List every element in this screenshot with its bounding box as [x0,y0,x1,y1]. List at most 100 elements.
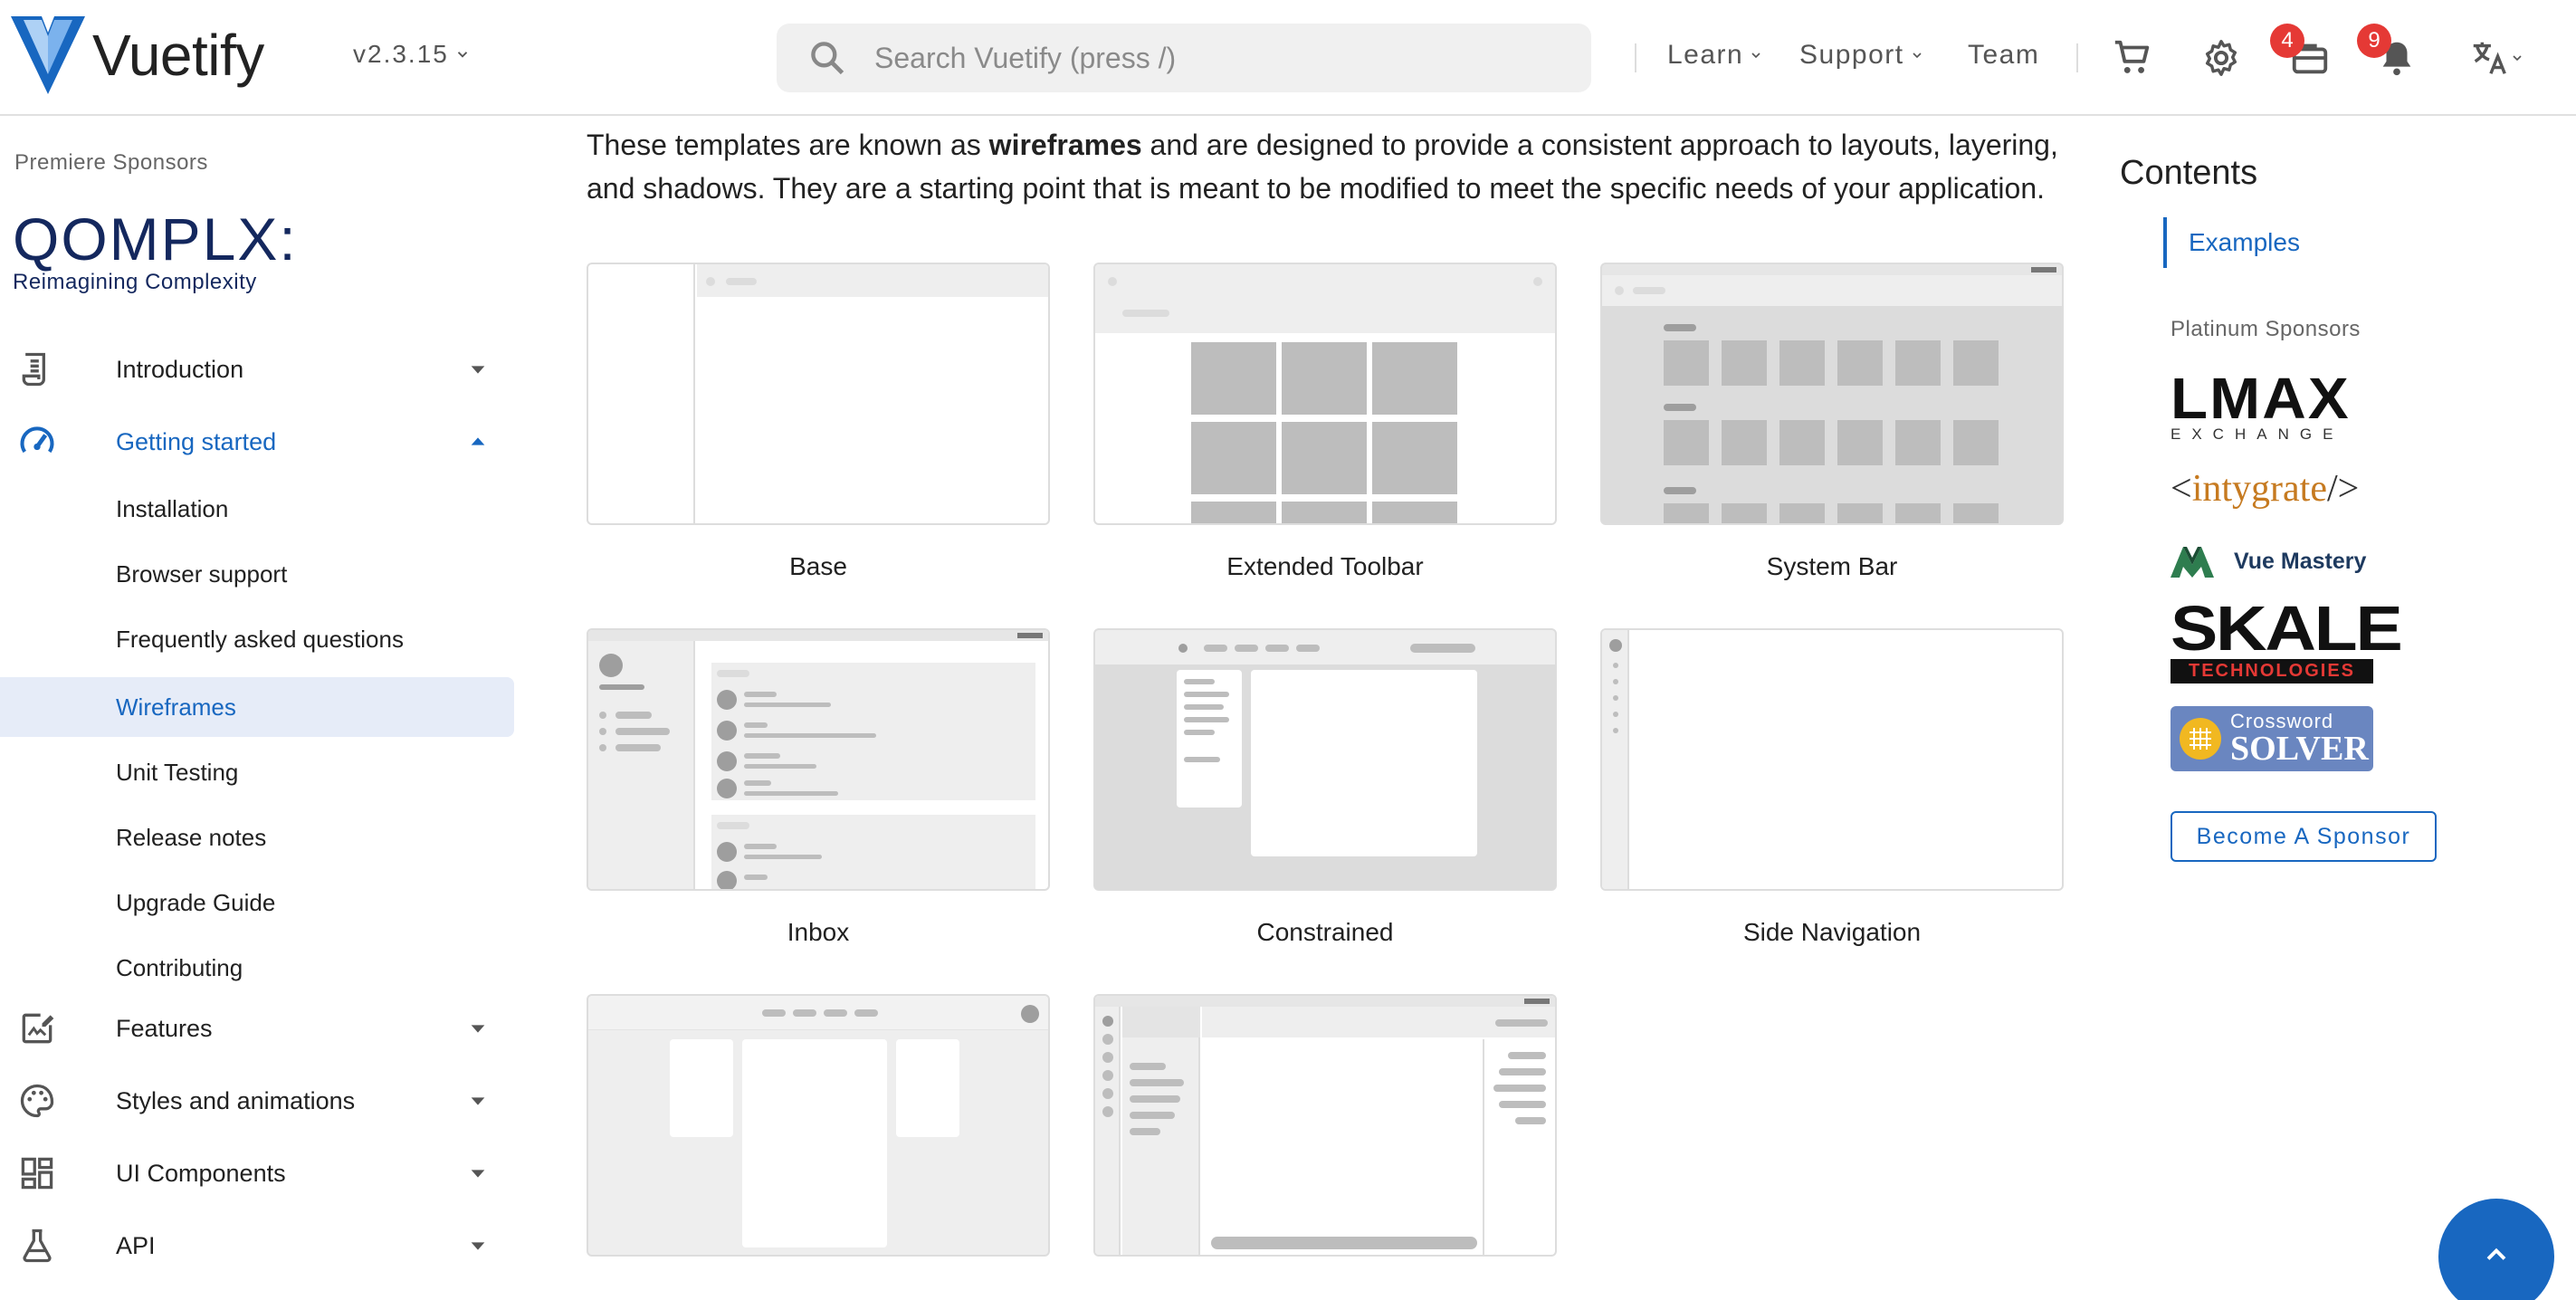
wf-tile [1722,420,1767,465]
angle-left-icon: < [2171,468,2192,510]
team-link[interactable]: Team [1968,40,2039,71]
sidebar-subitem-label: Wireframes [116,693,236,721]
lmax-sponsor-logo[interactable]: LMAX EXCHANGE [2171,369,2371,445]
premiere-sponsors-label: Premiere Sponsors [14,150,208,175]
wf-bar [824,1009,847,1017]
sidebar-item-label: UI Components [116,1159,286,1187]
settings-button[interactable] [2196,33,2247,83]
sidebar-subitem-faq[interactable]: Frequently asked questions [0,609,514,669]
brand-name: Vuetify [92,23,264,88]
support-menu[interactable]: Support [1799,40,1924,71]
wf-center-column [742,1039,887,1247]
wf-right-column [896,1039,959,1137]
learn-label: Learn [1667,40,1744,70]
wf-dot [1613,663,1618,668]
vuemastery-sponsor-logo[interactable]: Vue Mastery [2171,543,2366,579]
scroll-to-top-button[interactable] [2438,1199,2554,1300]
wf-system-bar [1602,264,2062,275]
learn-menu[interactable]: Learn [1667,40,1763,71]
wf-avatar [717,751,737,771]
caret-down-icon [467,358,489,380]
wireframe-card-constrained[interactable] [1093,628,1557,891]
wf-bar [1130,1112,1175,1119]
wf-dot [1613,695,1618,701]
wireframe-card-inbox[interactable] [587,628,1050,891]
wf-bar [1184,679,1215,684]
crossword-top-text: Crossword [2230,710,2334,732]
wireframe-card-side-navigation[interactable] [1600,628,2064,891]
caret-down-icon [467,1162,489,1184]
wf-status-icons [1017,633,1043,638]
wireframe-card-system-bar[interactable] [1600,263,2064,525]
wf-tile [1895,503,1941,523]
sidebar-subitem-wireframes[interactable]: Wireframes [0,677,514,737]
qomplx-sponsor-logo[interactable]: QOMPLX: Reimagining Complexity [13,205,298,295]
toolbar-divider [1635,43,1636,72]
wireframe-title: System Bar [1766,552,1898,580]
sidebar-subitem-browser-support[interactable]: Browser support [0,544,514,604]
wf-tile [1282,342,1367,415]
wireframe-card-discord[interactable] [1093,994,1557,1257]
wireframe-card-extended-toolbar[interactable] [1093,263,1557,525]
search-input[interactable] [874,41,1562,75]
wf-tile [1953,503,1999,523]
wf-tile [1191,342,1276,415]
wireframe-card-three-column[interactable] [587,994,1050,1257]
wf-bar [744,855,822,859]
wf-bar [744,733,876,738]
wf-avatar [717,721,737,741]
wf-bar [615,712,652,719]
wf-tile [1953,420,1999,465]
wf-tile [1953,340,1999,386]
jobs-count-badge: 4 [2270,24,2304,58]
sidebar-item-introduction[interactable]: Introduction [0,337,516,402]
app-bar: Vuetify v2.3.15 Learn Support Team 4 9 [0,0,2576,116]
slash-angle-icon: /> [2326,468,2360,510]
vuemastery-wordmark: Vue Mastery [2234,548,2367,574]
sidebar-subitem-label: Unit Testing [116,758,239,786]
wf-bar [1204,645,1227,652]
wf-avatar [717,842,737,862]
skale-sponsor-logo[interactable]: SKALE TECHNOLOGIES [2171,597,2403,683]
wf-drawer [588,641,695,889]
wf-tile [1191,422,1276,494]
intygrate-sponsor-logo[interactable]: < intygrate /> [2171,467,2359,511]
wf-dot [1102,1106,1113,1117]
sidebar-item-label: Styles and animations [116,1086,356,1114]
store-button[interactable] [2107,33,2158,83]
dashboard-icon [14,1151,60,1196]
crossword-solver-sponsor-logo[interactable]: Crossword SOLVER [2171,706,2373,771]
wf-toolbar [1095,264,1555,333]
search-bar[interactable] [777,24,1591,92]
wf-bar [726,278,757,285]
wf-avatar [717,690,737,710]
version-select[interactable]: v2.3.15 [353,40,471,69]
wf-dot [1613,728,1618,733]
toc-item-examples[interactable]: Examples [2163,217,2300,268]
sidebar-subitem-unit-testing[interactable]: Unit Testing [0,742,514,802]
become-a-sponsor-button[interactable]: Become A Sponsor [2171,811,2437,862]
wf-left-column [670,1039,733,1137]
sidebar-item-ui-components[interactable]: UI Components [0,1141,516,1206]
sidebar-item-features[interactable]: Features [0,996,516,1061]
skale-wordmark: SKALE [2171,593,2403,664]
sidebar-subitem-label: Browser support [116,559,288,588]
wireframe-card-base[interactable] [587,263,1050,525]
sidebar-subitem-installation[interactable]: Installation [0,479,514,539]
chevron-down-icon [1912,53,1922,59]
caret-up-icon [467,431,489,453]
sidebar-item-styles-and-animations[interactable]: Styles and animations [0,1068,516,1133]
sidebar-item-getting-started[interactable]: Getting started [0,409,516,474]
wireframes-description: These templates are known as wireframes … [587,123,2071,210]
sidebar-item-api[interactable]: API [0,1213,516,1278]
wf-bar [1184,757,1220,762]
language-menu[interactable] [2460,33,2533,83]
sidebar-subitem-release-notes[interactable]: Release notes [0,808,514,867]
wf-dot [1102,1034,1113,1045]
sidebar-subitem-upgrade-guide[interactable]: Upgrade Guide [0,873,514,932]
sidebar-subitem-contributing[interactable]: Contributing [0,938,514,998]
brand-link[interactable]: Vuetify [11,16,264,94]
wf-bar [1664,324,1696,331]
intygrate-wordmark: intygrate [2191,468,2327,510]
wf-bar [744,703,831,707]
